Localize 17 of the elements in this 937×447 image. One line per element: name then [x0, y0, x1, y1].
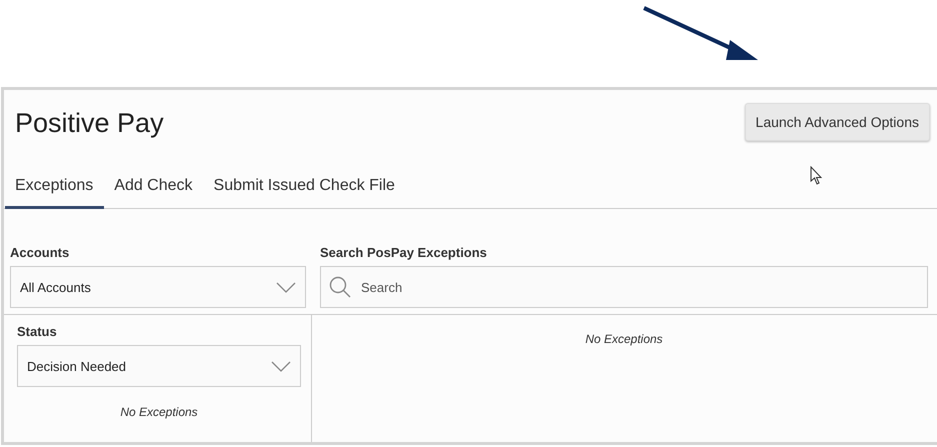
tab[interactable]: Add Check — [104, 171, 204, 209]
search-field[interactable]: Search — [320, 266, 928, 308]
accounts-dropdown[interactable]: All Accounts — [10, 266, 306, 308]
search-icon — [329, 276, 351, 298]
tab[interactable]: Exceptions — [5, 171, 104, 209]
cursor-icon — [810, 166, 823, 185]
field-label: Accounts — [10, 245, 70, 260]
field-label: Search PosPay Exceptions — [320, 245, 488, 260]
empty-message: No Exceptions — [119, 405, 199, 419]
field-label: Status — [17, 324, 58, 339]
chevron-icon — [276, 282, 296, 292]
launch-button[interactable]: Launch Advanced Options — [744, 103, 930, 141]
page-title: Positive Pay — [15, 108, 164, 139]
status-dropdown[interactable]: Decision Needed — [17, 345, 301, 387]
chevron-icon — [271, 360, 291, 372]
empty-message: No Exceptions — [584, 332, 664, 346]
tab[interactable]: Submit Issued Check File — [204, 171, 406, 209]
